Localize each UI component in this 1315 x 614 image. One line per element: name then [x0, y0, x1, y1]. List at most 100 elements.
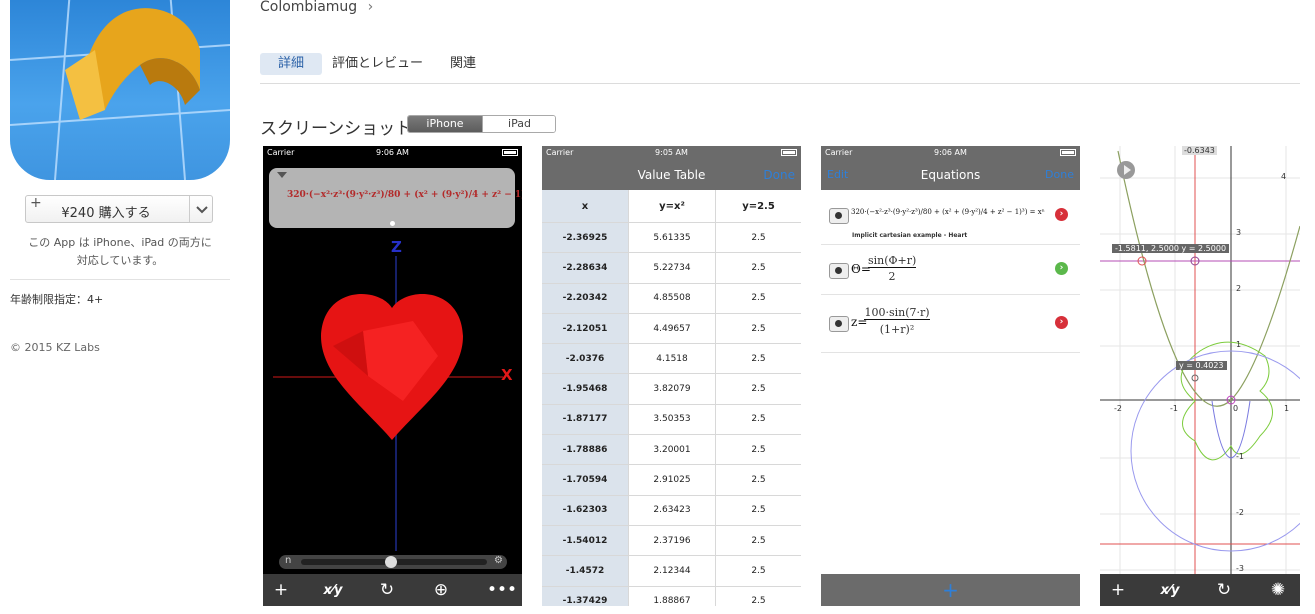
equation-row[interactable]: Θ= sin(Φ+r) 2 › [821, 246, 1080, 295]
refresh-icon[interactable]: ↻ [1210, 580, 1238, 600]
slider-knob[interactable] [385, 556, 397, 568]
bottom-toolbar: + [821, 574, 1080, 606]
table-cell: 2.5 [715, 373, 801, 405]
table-row: -1.62303 2.63423 2.5 [542, 495, 801, 526]
table-cell: 5.61335 [628, 222, 716, 254]
equation-panel: 320·(−x²·z³·(9·y²·z³)/80 + (x² + (9·y²)/… [269, 168, 522, 228]
table-cell: 4.85508 [628, 283, 716, 314]
table-row: -1.78886 3.20001 2.5 [542, 434, 801, 466]
done-button[interactable]: Done [1045, 168, 1074, 181]
add-equation-button[interactable]: + [821, 578, 1080, 602]
buy-button-divider [189, 196, 190, 222]
table-header-row: x y=x² y=2.5 [542, 190, 801, 223]
tab-ratings-reviews[interactable]: 評価とレビュー [332, 53, 423, 75]
table-row: -1.70594 2.91025 2.5 [542, 464, 801, 496]
y-tick-label: -1 [1236, 452, 1244, 461]
table-cell: -1.70594 [542, 464, 629, 496]
bottom-toolbar: + x⁄y ↻ ⊕ ••• [263, 574, 522, 606]
breadcrumb-developer[interactable]: Colombiamug [260, 0, 357, 15]
table-cell: 2.12344 [628, 555, 716, 587]
nav-title: Value Table [637, 168, 706, 182]
tab-divider [260, 83, 1300, 84]
compatibility-line-1: この App は iPhone、iPad の両方に [28, 236, 212, 249]
coordinate-readout: -0.6343 [1182, 146, 1217, 155]
refresh-icon[interactable]: ↻ [373, 580, 401, 600]
table-row: -1.95468 3.82079 2.5 [542, 373, 801, 405]
table-cell: 2.5 [715, 464, 801, 496]
equation-row[interactable]: z= 100·sin(7·r) (1+r)² › [821, 296, 1080, 353]
add-icon[interactable]: + [267, 580, 295, 600]
column-header: x [542, 190, 629, 223]
tab-details[interactable]: 詳細 [260, 53, 322, 75]
graph-2d-plot [1100, 146, 1300, 606]
axis-z-label: Z [391, 238, 402, 256]
add-icon[interactable]: + [1104, 580, 1132, 600]
table-cell: 1.88867 [628, 586, 716, 606]
time-label: 9:06 AM [934, 148, 967, 157]
table-cell: -2.28634 [542, 252, 629, 284]
breadcrumb[interactable]: Colombiamug › [260, 0, 373, 15]
screenshot-2[interactable]: Carrier 9:05 AM Value Table Done x y=x² … [542, 146, 801, 606]
xy-function-icon[interactable]: x⁄y [1156, 583, 1184, 598]
y-tick-label: 4 [1281, 172, 1287, 181]
more-icon[interactable]: ••• [487, 580, 517, 600]
column-header: y=2.5 [715, 190, 801, 223]
collapse-triangle-icon [277, 172, 287, 178]
xy-function-icon[interactable]: x⁄y [319, 583, 347, 598]
copyright: © 2015 KZ Labs [10, 341, 100, 354]
parameter-slider[interactable]: n ⚙ [279, 555, 507, 569]
table-cell: -1.87177 [542, 404, 629, 436]
table-cell: 3.82079 [628, 373, 716, 405]
chevron-down-icon[interactable] [192, 198, 212, 220]
eye-icon[interactable] [829, 316, 849, 332]
buy-button[interactable]: + ¥240 購入する [25, 195, 213, 223]
device-iphone-button[interactable]: iPhone [408, 116, 482, 132]
chevron-right-icon[interactable]: › [1055, 262, 1068, 275]
table-cell: 2.5 [715, 555, 801, 587]
table-cell: 2.5 [715, 343, 801, 375]
app-icon [10, 0, 230, 180]
table-cell: -1.78886 [542, 434, 629, 466]
chevron-right-icon[interactable]: › [1055, 316, 1068, 329]
chevron-right-icon: › [367, 0, 374, 15]
table-cell: 2.5 [715, 434, 801, 466]
table-cell: -1.4572 [542, 555, 629, 587]
done-button[interactable]: Done [763, 168, 795, 182]
time-label: 9:06 AM [376, 148, 409, 157]
y-tick-label: -2 [1236, 508, 1244, 517]
device-ipad-button[interactable]: iPad [482, 116, 555, 132]
nav-title: Equations [920, 168, 981, 182]
y-tick-label: 2 [1236, 284, 1242, 293]
point-label: -1.5811, 2.5000 y = 2.5000 [1112, 244, 1230, 253]
equation-text: 320·(−x²·z³·(9·y²·z³)/80 + (x² + (9·y²)/… [287, 190, 522, 200]
table-row: -2.12051 4.49657 2.5 [542, 313, 801, 345]
screenshot-4[interactable]: -0.6343 -1.5811, 2.5000 y = 2.5000 y = 0… [1100, 146, 1300, 606]
crosshair-icon[interactable]: ⊕ [427, 580, 455, 600]
y-tick-label: -3 [1236, 564, 1244, 573]
table-cell: 4.1518 [628, 343, 716, 375]
table-cell: -2.12051 [542, 313, 629, 345]
table-row: -1.54012 2.37196 2.5 [542, 525, 801, 557]
table-row: -1.4572 2.12344 2.5 [542, 555, 801, 587]
chevron-right-icon[interactable]: › [1055, 208, 1068, 221]
gear-icon[interactable]: ⚙ [494, 555, 503, 566]
bottom-toolbar: + x⁄y ↻ ✺ [1100, 574, 1300, 606]
tab-related[interactable]: 関連 [450, 53, 476, 75]
table-cell: -1.62303 [542, 495, 629, 526]
eye-icon[interactable] [829, 208, 849, 224]
eye-icon[interactable] [829, 263, 849, 279]
device-selector: iPhone iPad [407, 115, 556, 133]
age-rating: 年齢制限指定：4+ [10, 293, 104, 306]
table-cell: 4.49657 [628, 313, 716, 345]
sun-icon[interactable]: ✺ [1264, 580, 1292, 600]
table-row: -2.20342 4.85508 2.5 [542, 283, 801, 314]
axis-x-label: X [501, 366, 513, 384]
screenshot-3[interactable]: Carrier 9:06 AM Edit Equations Done 320·… [821, 146, 1080, 606]
buy-button-label: ¥240 購入する [61, 206, 151, 221]
equation-row[interactable]: 320·(−x²·z³·(9·y²·z³)/80 + (x² + (9·y²)/… [821, 198, 1080, 245]
point-label-y: y = 2.5000 [1181, 244, 1227, 253]
table-cell: -2.0376 [542, 343, 629, 375]
table-cell: -2.36925 [542, 222, 629, 254]
screenshot-1[interactable]: Carrier 9:06 AM 320·(−x²·z³·(9·y²·z³)/80… [263, 146, 522, 606]
table-cell: 2.5 [715, 313, 801, 345]
